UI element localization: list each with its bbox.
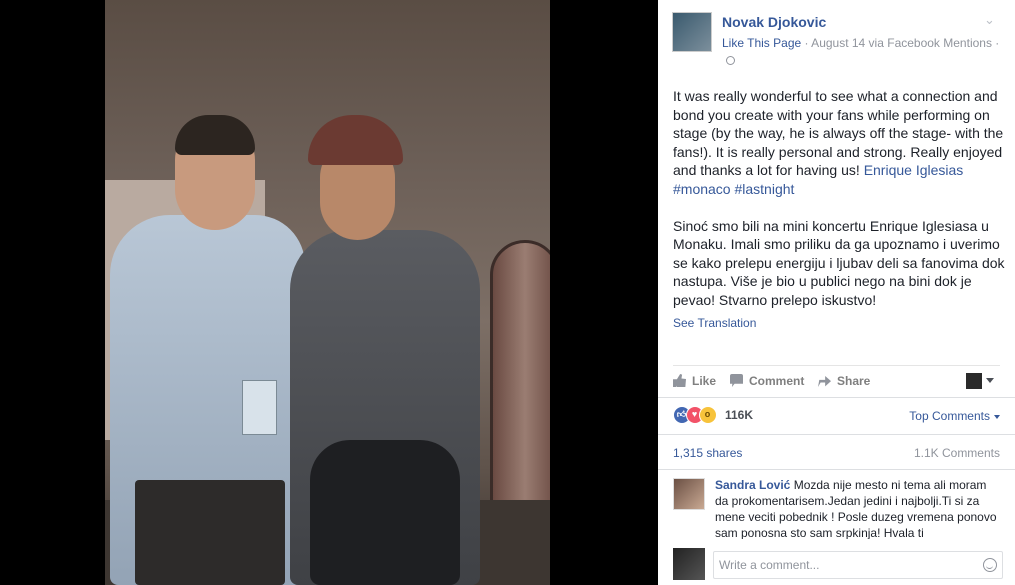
post-body: It was really wonderful to see what a co…	[673, 87, 1008, 328]
photo-viewer	[0, 0, 658, 585]
photo-person-right-cap	[308, 115, 403, 165]
divider	[673, 365, 1000, 366]
photo-person-left-hair	[175, 115, 255, 155]
comment-bubble-icon	[730, 374, 743, 387]
comment-label: Comment	[749, 374, 805, 388]
post-paragraph-english: It was really wonderful to see what a co…	[673, 87, 1008, 199]
post-meta: Like This Page · August 14 via Facebook …	[722, 35, 1002, 69]
caret-down-icon	[994, 414, 1000, 419]
divider	[658, 397, 1015, 398]
commenter-avatar[interactable]	[673, 478, 705, 510]
divider	[658, 434, 1015, 435]
share-arrow-icon	[818, 375, 831, 387]
like-button[interactable]: Like	[673, 372, 716, 390]
commenter-name[interactable]: Sandra Lović	[715, 478, 790, 492]
emoji-smiley-icon[interactable]	[983, 558, 997, 572]
comments-count-link[interactable]: 1.1K Comments	[914, 446, 1000, 460]
comment-composer: Write a comment...	[673, 547, 1003, 581]
photo-person-left-pants	[135, 480, 285, 585]
wow-reaction-icon: o	[699, 406, 717, 424]
comment-button[interactable]: Comment	[730, 372, 804, 390]
viewer-avatar	[673, 548, 705, 580]
caret-down-icon	[986, 378, 994, 384]
photo-person-right-pants	[310, 440, 460, 585]
top-comments-dropdown[interactable]: Top Comments	[909, 409, 1000, 423]
author-avatar[interactable]	[672, 12, 712, 52]
like-label: Like	[692, 374, 717, 388]
post-meta-text: · August 14 via Facebook Mentions ·	[804, 36, 1000, 50]
post-actions-bar: Like Comment Share	[673, 368, 1000, 394]
globe-icon	[726, 56, 735, 65]
comment-input-placeholder: Write a comment...	[719, 558, 820, 572]
comment-input[interactable]: Write a comment...	[713, 551, 1003, 579]
like-page-link[interactable]: Like This Page	[722, 36, 801, 50]
photo-background-mirror	[490, 240, 550, 540]
comment-item: Sandra Lović Mozda nije mesto ni tema al…	[673, 477, 1003, 539]
top-comments-label: Top Comments	[909, 409, 990, 423]
see-translation-link[interactable]: See Translation	[673, 316, 756, 330]
share-button[interactable]: Share	[818, 372, 870, 390]
author-name[interactable]: Novak Djokovic	[722, 14, 826, 30]
post-sidebar: Novak Djokovic ⌄ Like This Page · August…	[658, 0, 1015, 585]
page-avatar	[966, 372, 982, 389]
reactions-count[interactable]: 116K	[725, 408, 753, 422]
shares-count-link[interactable]: 1,315 shares	[673, 446, 742, 460]
post-as-selector[interactable]	[966, 371, 994, 389]
post-paragraph-serbian: Sinoć smo bili na mini koncertu Enrique …	[673, 217, 1005, 308]
post-photo[interactable]	[105, 0, 550, 585]
thumbs-up-icon	[673, 374, 686, 387]
divider	[658, 469, 1015, 470]
photo-lanyard-badge	[242, 380, 277, 435]
comment-body: Sandra Lović Mozda nije mesto ni tema al…	[715, 477, 1003, 539]
chevron-down-icon[interactable]: ⌄	[984, 12, 998, 27]
share-label: Share	[837, 374, 871, 388]
